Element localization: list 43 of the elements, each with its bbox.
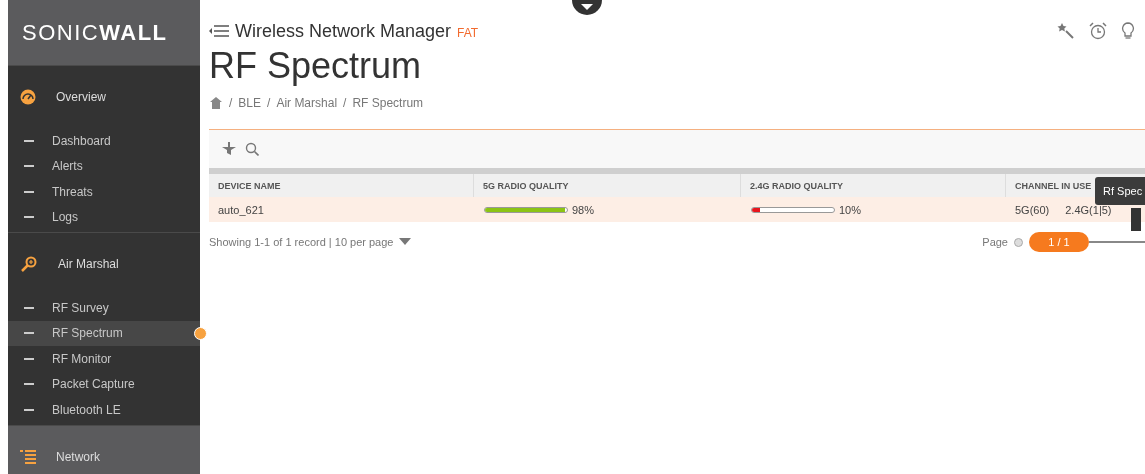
wand-icon[interactable] xyxy=(1057,22,1075,40)
breadcrumb-link[interactable]: BLE xyxy=(238,96,262,110)
circle-icon xyxy=(1014,237,1023,247)
breadcrumb-separator: / xyxy=(229,96,233,110)
mode-label: FAT xyxy=(457,26,479,40)
sidebar-item[interactable]: RF Spectrum xyxy=(8,320,200,346)
breadcrumb-link[interactable]: Air Marshal xyxy=(276,96,338,110)
sidebar-item[interactable]: Alerts xyxy=(8,153,200,179)
page-label: Page xyxy=(982,236,1008,248)
tooltip: Rf Spec xyxy=(1095,177,1145,205)
search-icon xyxy=(20,256,38,272)
menu-collapse-icon[interactable] xyxy=(209,25,229,37)
breadcrumb-link[interactable]: RF Spectrum xyxy=(352,96,424,110)
filter-icon[interactable] xyxy=(221,142,237,156)
brand-logo: SONICWALL xyxy=(8,0,200,65)
sidebar-item[interactable]: Dashboard xyxy=(8,128,200,154)
sidebar-item[interactable]: Threats xyxy=(8,179,200,205)
sidebar-section[interactable]: Network xyxy=(56,449,100,464)
search-icon[interactable] xyxy=(245,142,259,156)
breadcrumb-separator: / xyxy=(343,96,347,110)
gauge-icon xyxy=(20,89,36,105)
dropdown-toggle-icon[interactable] xyxy=(572,0,602,18)
sidebar-item[interactable]: Packet Capture xyxy=(8,371,200,397)
quality-reading: 98% xyxy=(572,203,595,216)
lightbulb-icon[interactable] xyxy=(1121,22,1135,40)
page-title: RF Spectrum xyxy=(209,45,423,87)
device-name: auto_621 xyxy=(218,203,264,216)
caret-icon[interactable] xyxy=(399,238,412,246)
sidebar-item[interactable]: RF Survey xyxy=(8,295,200,321)
breadcrumb-separator: / xyxy=(267,96,271,110)
home-icon[interactable] xyxy=(209,96,223,110)
alarm-clock-icon[interactable] xyxy=(1089,22,1107,40)
sidebar-item[interactable]: Bluetooth LE xyxy=(8,397,200,423)
sidebar-item[interactable]: RF Monitor xyxy=(8,346,200,372)
app-title: Wireless Network Manager xyxy=(235,20,452,42)
sidebar-section[interactable]: Overview xyxy=(56,90,106,104)
list-icon xyxy=(20,449,36,464)
channel-value: 2.4G(1|5) xyxy=(1065,203,1112,216)
sidebar-section[interactable]: Air Marshal xyxy=(58,257,119,271)
channel-value: 5G(60) xyxy=(1015,203,1050,216)
sidebar-item[interactable]: Logs xyxy=(8,204,200,230)
record-count: Showing 1-1 of 1 record | 10 per page xyxy=(209,236,394,248)
quality-reading: 10% xyxy=(839,203,862,216)
